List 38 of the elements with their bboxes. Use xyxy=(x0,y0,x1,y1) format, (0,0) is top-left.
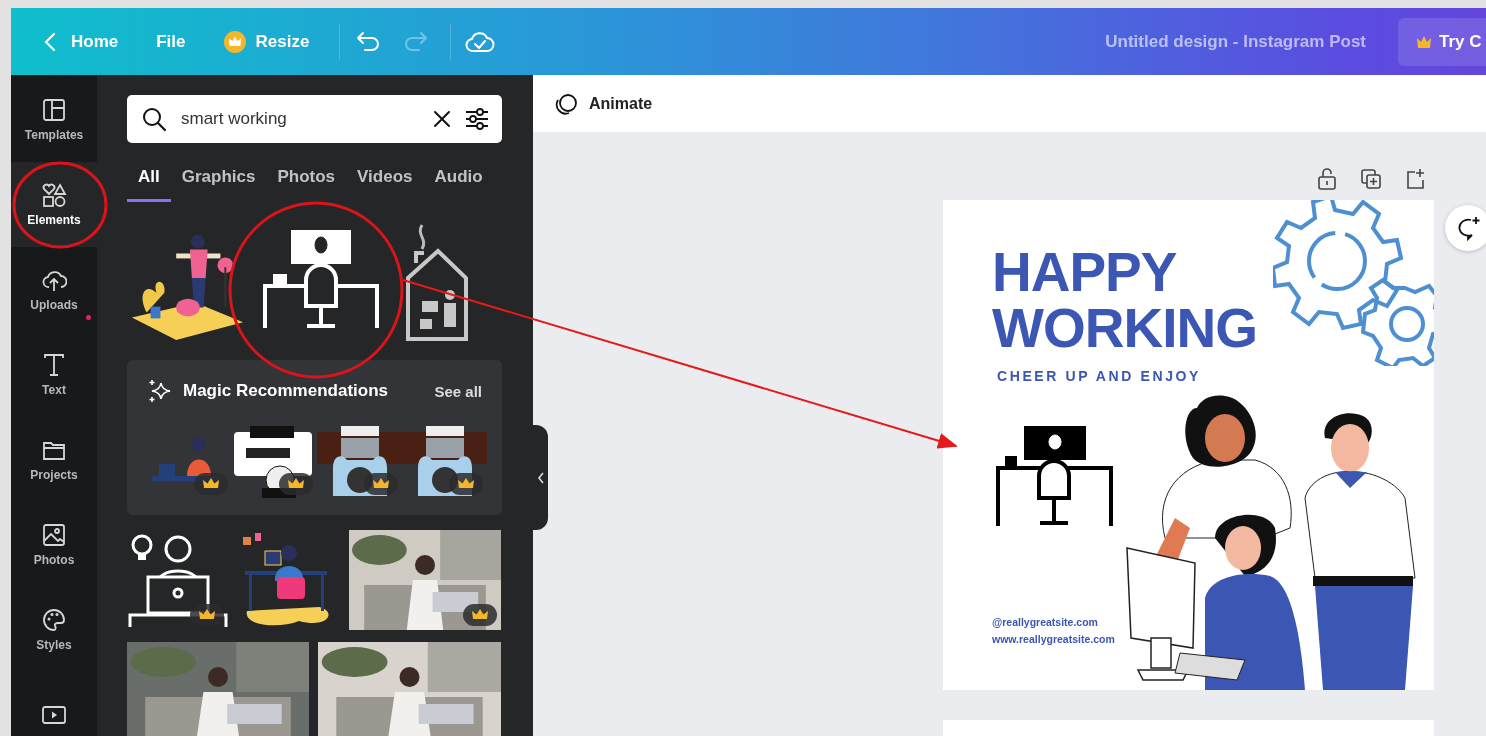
try-button[interactable]: Try C xyxy=(1398,17,1486,66)
filter-icon[interactable] xyxy=(464,106,490,132)
crown-icon xyxy=(223,30,246,53)
category-tab[interactable]: Audio xyxy=(423,161,494,202)
lock-icon[interactable] xyxy=(1316,167,1338,191)
desk-chair-icon xyxy=(996,426,1113,526)
search-icon xyxy=(141,106,167,132)
section-title: Magic Recommendations xyxy=(183,381,389,401)
sidebar-tab[interactable]: Uploads xyxy=(11,247,97,332)
category-tab[interactable]: Photos xyxy=(266,161,347,202)
close-icon[interactable] xyxy=(432,109,452,129)
crown-icon xyxy=(1416,34,1432,49)
sidebar-tab[interactable]: Styles xyxy=(11,587,97,672)
design-page[interactable]: HAPPY WORKING CHEER UP AND ENJOY @reallygreatsite.com www.reallygreatsite.com xyxy=(943,200,1434,690)
website-text: www.reallygreatsite.com xyxy=(992,632,1115,647)
add-page-icon[interactable] xyxy=(1404,167,1426,191)
category-tab[interactable]: All xyxy=(127,161,171,202)
headline: HAPPY WORKING xyxy=(992,244,1257,356)
sidebar-tab[interactable]: Text xyxy=(11,332,97,417)
collapse-handle[interactable] xyxy=(533,425,548,530)
sidebar-tab[interactable]: Elements xyxy=(11,162,97,247)
sidebar-tab[interactable]: Photos xyxy=(11,502,97,587)
sidebar-tab[interactable]: Projects xyxy=(11,417,97,502)
animate-button[interactable]: Animate xyxy=(549,86,657,121)
search-input[interactable]: smart working xyxy=(179,108,420,130)
category-tab[interactable]: Graphics xyxy=(170,161,267,202)
website-text: @reallygreatsite.com xyxy=(992,615,1099,630)
search-field[interactable]: smart working xyxy=(127,95,502,143)
sidebar-tab[interactable]: Templates xyxy=(11,77,97,162)
comment-button[interactable] xyxy=(1445,205,1486,251)
see-all-link[interactable]: See all xyxy=(434,382,482,400)
back-icon xyxy=(43,31,57,52)
category-tab[interactable]: Videos xyxy=(346,161,424,202)
sparkle-icon xyxy=(147,378,173,404)
subtitle: CHEER UP AND ENJOY xyxy=(997,368,1201,384)
chevron-left-icon xyxy=(536,471,545,484)
duplicate-icon[interactable] xyxy=(1360,167,1382,191)
cloud-check-icon[interactable] xyxy=(465,29,496,54)
